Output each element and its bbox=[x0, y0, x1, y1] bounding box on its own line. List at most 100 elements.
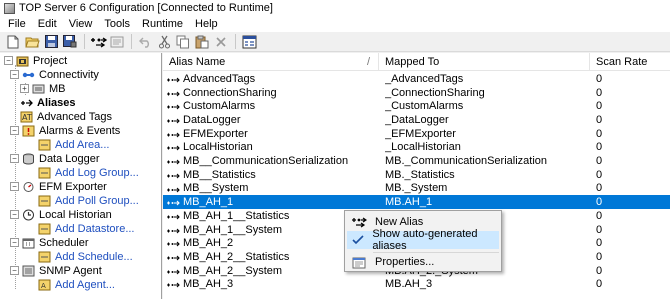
scan-rate-cell: 0 bbox=[596, 182, 603, 195]
title-bar: TOP Server 6 Configuration [Connected to… bbox=[0, 0, 670, 16]
alias-name: MB__Statistics bbox=[183, 168, 256, 181]
table-row[interactable]: MB_AH_1 MB.AH_1 0 bbox=[163, 195, 670, 209]
add-log-group-icon bbox=[38, 167, 51, 179]
menu-help[interactable]: Help bbox=[189, 18, 224, 30]
collapse-icon[interactable]: − bbox=[10, 154, 19, 163]
table-row[interactable]: EFMExporter _EFMExporter 0 bbox=[163, 127, 670, 141]
scan-rate-cell: 0 bbox=[596, 168, 603, 181]
properties-icon[interactable] bbox=[108, 34, 126, 50]
alias-icon bbox=[167, 75, 180, 83]
table-row[interactable]: AdvancedTags _AdvancedTags 0 bbox=[163, 72, 670, 86]
tree-label-add-agent[interactable]: Add Agent... bbox=[55, 279, 115, 291]
table-row[interactable]: DataLogger _DataLogger 0 bbox=[163, 113, 670, 127]
collapse-icon[interactable]: − bbox=[10, 126, 19, 135]
tree-node-add-agent[interactable]: A Add Agent... bbox=[38, 278, 115, 291]
alias-icon bbox=[167, 89, 180, 97]
table-row[interactable]: ConnectionSharing _ConnectionSharing 0 bbox=[163, 86, 670, 100]
collapse-icon[interactable]: − bbox=[10, 210, 19, 219]
scan-rate-cell: 0 bbox=[596, 237, 603, 250]
mapped-to-cell: _CustomAlarms bbox=[385, 100, 464, 113]
tree-node-data-logger[interactable]: − Data Logger bbox=[10, 152, 100, 165]
undo-icon[interactable] bbox=[136, 34, 154, 50]
collapse-icon[interactable]: − bbox=[4, 56, 13, 65]
scan-rate-cell: 0 bbox=[596, 141, 603, 154]
tree-node-snmp-agent[interactable]: − SNMP Agent bbox=[10, 264, 102, 277]
tree-node-add-datastore[interactable]: Add Datastore... bbox=[38, 222, 135, 235]
cut-icon[interactable] bbox=[155, 34, 173, 50]
collapse-icon[interactable]: − bbox=[10, 238, 19, 247]
menu-item-show-auto-generated[interactable]: Show auto-generated aliases bbox=[347, 228, 499, 252]
tree-label-add-area[interactable]: Add Area... bbox=[55, 139, 109, 151]
tree-node-efm-exporter[interactable]: − EFM Exporter bbox=[10, 180, 107, 193]
table-row[interactable]: MB__System MB._System 0 bbox=[163, 182, 670, 196]
table-row[interactable]: MB__CommunicationSerialization MB._Commun… bbox=[163, 154, 670, 168]
mapped-to-cell: MB.AH_1 bbox=[385, 196, 433, 209]
table-row[interactable]: MB_AH_3 MB.AH_3 0 bbox=[163, 278, 670, 292]
save-as-icon[interactable] bbox=[61, 34, 79, 50]
alias-name-cell: DataLogger bbox=[167, 114, 377, 126]
tree-node-add-schedule[interactable]: Add Schedule... bbox=[38, 250, 133, 263]
alias-icon bbox=[167, 157, 180, 165]
tree-label-add-schedule[interactable]: Add Schedule... bbox=[55, 251, 133, 263]
tree-node-project[interactable]: − Project bbox=[4, 54, 67, 67]
scan-rate-cell: 0 bbox=[596, 72, 603, 85]
mapped-to-cell: _LocalHistorian bbox=[385, 141, 461, 154]
alias-icon bbox=[167, 130, 180, 138]
alias-icon bbox=[167, 143, 180, 151]
column-header-alias-name-label: Alias Name bbox=[169, 56, 226, 68]
tree-node-mb[interactable]: + MB bbox=[20, 82, 66, 95]
svg-text:AT: AT bbox=[22, 113, 32, 122]
tree-node-aliases[interactable]: Aliases bbox=[20, 96, 76, 109]
copy-icon[interactable] bbox=[174, 34, 192, 50]
alias-name: MB_AH_1 bbox=[183, 196, 234, 209]
new-icon[interactable] bbox=[4, 34, 22, 50]
tree-label-add-log-group[interactable]: Add Log Group... bbox=[55, 167, 139, 179]
column-header-scan-rate[interactable]: Scan Rate bbox=[590, 53, 670, 71]
quick-client-icon[interactable] bbox=[240, 34, 258, 50]
menu-view[interactable]: View bbox=[63, 18, 99, 30]
paste-icon[interactable] bbox=[193, 34, 211, 50]
alias-icon bbox=[167, 226, 180, 234]
tree-label-project: Project bbox=[33, 54, 68, 67]
tree-label-add-poll-group[interactable]: Add Poll Group... bbox=[55, 195, 139, 207]
alias-name: MB_AH_2__Statistics bbox=[183, 250, 290, 263]
tree-node-alarms-events[interactable]: − Alarms & Events bbox=[10, 124, 120, 137]
tree-node-scheduler[interactable]: − Scheduler bbox=[10, 236, 89, 249]
column-header-alias-name[interactable]: Alias Name / bbox=[163, 53, 379, 71]
expand-icon[interactable]: + bbox=[20, 84, 29, 93]
tree-node-add-log-group[interactable]: Add Log Group... bbox=[38, 166, 139, 179]
mapped-to-cell: MB._Statistics bbox=[385, 168, 455, 181]
menu-file[interactable]: File bbox=[2, 18, 32, 30]
scan-rate-cell: 0 bbox=[596, 196, 603, 209]
column-header-mapped-to[interactable]: Mapped To bbox=[379, 53, 590, 71]
alias-name: DataLogger bbox=[183, 113, 241, 126]
menu-item-properties[interactable]: Properties... bbox=[347, 253, 499, 271]
alias-icon bbox=[167, 253, 180, 261]
collapse-icon[interactable]: − bbox=[10, 266, 19, 275]
tree-node-add-area[interactable]: Add Area... bbox=[38, 138, 109, 151]
menu-runtime[interactable]: Runtime bbox=[136, 18, 189, 30]
collapse-icon[interactable]: − bbox=[10, 70, 19, 79]
delete-icon[interactable] bbox=[212, 34, 230, 50]
save-icon[interactable] bbox=[42, 34, 60, 50]
tree-label-add-datastore[interactable]: Add Datastore... bbox=[55, 223, 135, 235]
tree-node-add-poll-group[interactable]: Add Poll Group... bbox=[38, 194, 139, 207]
sort-indicator-icon: / bbox=[366, 56, 370, 68]
tree-node-connectivity[interactable]: − Connectivity bbox=[10, 68, 99, 81]
collapse-icon[interactable]: − bbox=[10, 182, 19, 191]
advanced-tags-icon: AT bbox=[20, 111, 33, 123]
open-icon[interactable] bbox=[23, 34, 41, 50]
table-row[interactable]: MB__Statistics MB._Statistics 0 bbox=[163, 168, 670, 182]
tree-node-local-historian[interactable]: − Local Historian bbox=[10, 208, 112, 221]
alias-name-cell: MB__CommunicationSerialization bbox=[167, 155, 377, 167]
tree-node-advanced-tags[interactable]: AT Advanced Tags bbox=[20, 110, 112, 123]
scan-rate-cell: 0 bbox=[596, 113, 603, 126]
table-row[interactable]: CustomAlarms _CustomAlarms 0 bbox=[163, 99, 670, 113]
table-row[interactable]: LocalHistorian _LocalHistorian 0 bbox=[163, 141, 670, 155]
efm-exporter-icon bbox=[22, 181, 35, 193]
toolbar-separator bbox=[84, 34, 85, 49]
alias-icon bbox=[167, 280, 180, 288]
menu-edit[interactable]: Edit bbox=[32, 18, 63, 30]
new-alias-icon[interactable] bbox=[89, 34, 107, 50]
menu-tools[interactable]: Tools bbox=[98, 18, 136, 30]
